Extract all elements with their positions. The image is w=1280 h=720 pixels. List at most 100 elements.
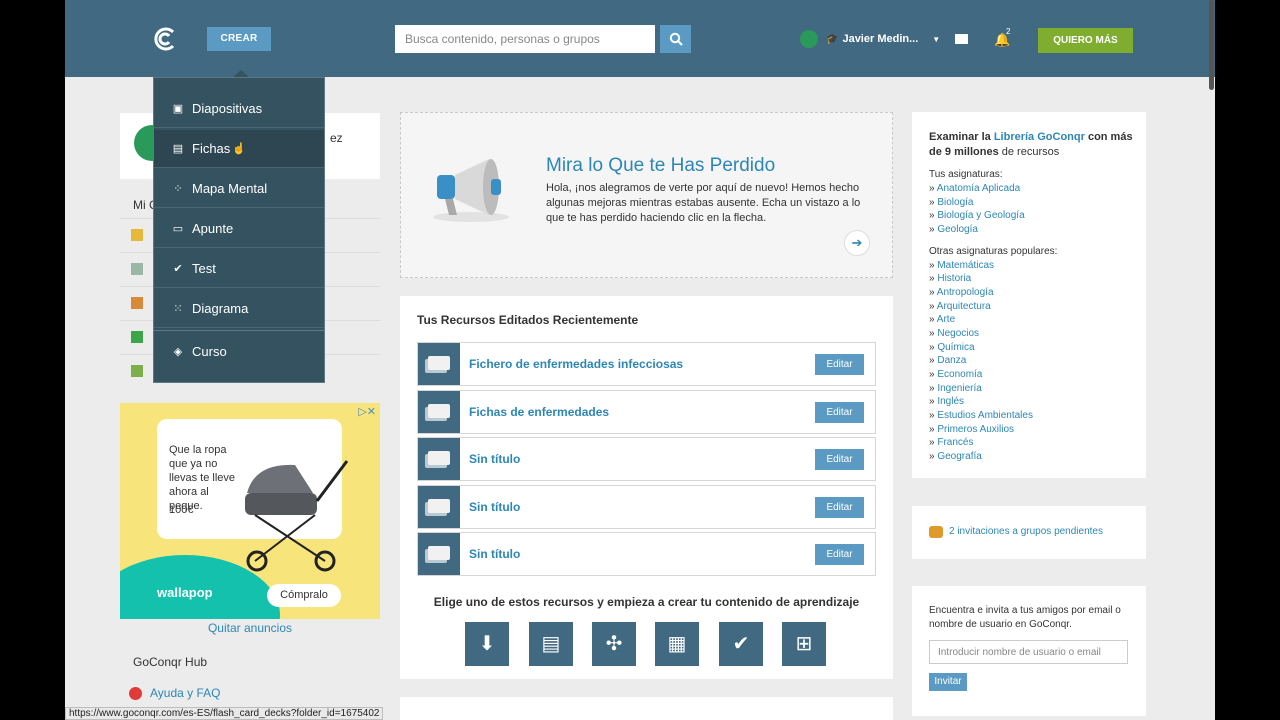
goconqr-logo-icon[interactable] [153,26,179,52]
resource-name[interactable]: Fichas de enfermedades [469,405,609,419]
create-quiz-tile[interactable]: ✔ [719,622,763,666]
ad-buy-button[interactable]: Cómpralo [267,584,341,607]
subject-link[interactable]: Danza [937,355,966,366]
subject-link[interactable]: Francés [937,437,973,448]
subject-link[interactable]: Geografía [937,451,981,462]
subject-link[interactable]: Biología [937,197,973,208]
create-diagram-tile[interactable]: ⊞ [782,622,826,666]
invite-friends-input[interactable] [929,640,1128,664]
subject-item[interactable]: » Economía [929,368,982,382]
subject-item[interactable]: » Danza [929,354,966,368]
subject-item[interactable]: » Anatomía Aplicada [929,182,1020,196]
subject-item[interactable]: » Historia [929,272,971,286]
flashcards-icon: ▤ [541,633,561,655]
edit-button[interactable]: Editar [815,544,864,565]
help-faq-link[interactable]: Ayuda y FAQ [129,686,220,700]
subject-link[interactable]: Economía [937,369,982,380]
subject-link[interactable]: Inglés [937,396,964,407]
subject-link[interactable]: Arquitectura [937,301,991,312]
subject-link[interactable]: Geología [937,224,978,235]
subject-item[interactable]: » Geografía [929,450,982,464]
subject-item[interactable]: » Antropología [929,286,994,300]
menu-item-diagrama[interactable]: ⁙ Diagrama [154,290,324,328]
menu-divider [154,330,324,331]
resource-row[interactable]: Sin título Editar [417,437,876,481]
recent-resources-title: Tus Recursos Editados Recientemente [417,313,639,327]
folder-icon [131,229,143,241]
subject-link[interactable]: Negocios [937,328,979,339]
create-slides-tile[interactable]: ⬇ [465,622,509,666]
invite-button[interactable]: Invitar [929,673,967,691]
subject-link[interactable]: Estudios Ambientales [937,410,1033,421]
resource-name[interactable]: Sin título [469,547,520,561]
subject-link[interactable]: Ingeniería [937,383,981,394]
mindmap-icon: ✣ [605,633,623,655]
arrow-right-icon[interactable]: ➔ [844,230,870,256]
library-link[interactable]: Librería GoConqr [994,131,1085,143]
subject-item[interactable]: » Negocios [929,327,979,341]
edit-button[interactable]: Editar [815,354,864,375]
crear-button[interactable]: CREAR [207,27,271,51]
resource-name[interactable]: Sin título [469,452,520,466]
library-heading-text: de recursos [998,146,1060,158]
mail-icon[interactable] [955,34,968,44]
subject-link[interactable]: Arte [937,314,955,325]
subject-item[interactable]: » Arquitectura [929,300,991,314]
menu-item-label: Diapositivas [192,101,263,116]
subject-item[interactable]: » Primeros Auxilios [929,423,1014,437]
menu-item-diapositivas[interactable]: ▣ Diapositivas [154,90,324,128]
advertisement[interactable]: ▷✕ Que la ropa que ya no llevas te lleve… [120,403,380,619]
subject-item[interactable]: » Biología [929,196,973,210]
group-invitations-link[interactable]: 2 invitaciones a grupos pendientes [949,526,1103,537]
resource-row[interactable]: Fichero de enfermedades infecciosas Edit… [417,342,876,386]
subject-link[interactable]: Historia [937,273,971,284]
menu-item-curso[interactable]: ◈ Curso [154,332,324,370]
menu-item-mapa-mental[interactable]: ⁘ Mapa Mental [154,170,324,208]
search-button[interactable] [660,25,691,53]
app-window: CREAR 🎓 Javier Medin... ▼ 🔔 2 QUIERO MÁS… [65,0,1215,720]
resource-name[interactable]: Sin título [469,500,520,514]
subject-item[interactable]: » Francés [929,436,973,450]
subject-link[interactable]: Antropología [937,287,994,298]
page-scrollbar[interactable] [1209,0,1280,720]
menu-item-apunte[interactable]: ▭ Apunte [154,210,324,248]
edit-button[interactable]: Editar [815,402,864,423]
menu-item-fichas[interactable]: ▤ Fichas ☝ [154,130,324,168]
subject-link[interactable]: Anatomía Aplicada [937,183,1020,194]
flashcards-icon [418,486,460,528]
create-mindmap-tile[interactable]: ✣ [592,622,636,666]
subject-item[interactable]: » Estudios Ambientales [929,409,1033,423]
menu-item-test[interactable]: ✔ Test [154,250,324,288]
scrollbar-thumb[interactable] [1209,0,1214,90]
subject-item[interactable]: » Arte [929,313,955,327]
ad-close-icon[interactable]: ▷✕ [358,405,376,418]
create-flashcards-tile[interactable]: ▤ [529,622,573,666]
subject-link[interactable]: Matemáticas [937,260,994,271]
resource-name[interactable]: Fichero de enfermedades infecciosas [469,357,683,371]
create-note-tile[interactable]: ▦ [655,622,699,666]
flashcards-icon [418,438,460,480]
edit-button[interactable]: Editar [815,497,864,518]
notification-count: 2 [1006,27,1011,36]
remove-ads-link[interactable]: Quitar anuncios [120,621,380,635]
quiero-mas-button[interactable]: QUIERO MÁS [1038,28,1133,53]
resource-row[interactable]: Sin título Editar [417,485,876,529]
hand-cursor-icon: ☝ [232,143,246,155]
resource-row[interactable]: Fichas de enfermedades Editar [417,390,876,434]
edit-button[interactable]: Editar [815,449,864,470]
note-icon: ▭ [172,223,184,235]
megaphone-icon [433,159,509,222]
subject-link[interactable]: Primeros Auxilios [937,424,1014,435]
resource-row[interactable]: Sin título Editar [417,532,876,576]
user-menu[interactable]: 🎓 Javier Medin... ▼ [800,30,940,48]
subject-item[interactable]: » Inglés [929,395,964,409]
subject-item[interactable]: » Geología [929,223,978,237]
subject-link[interactable]: Biología y Geología [937,210,1024,221]
group-invitations-card[interactable]: 2 invitaciones a grupos pendientes [912,506,1146,559]
subject-link[interactable]: Química [937,342,974,353]
search-input[interactable] [395,25,655,53]
subject-item[interactable]: » Ingeniería [929,382,982,396]
subject-item[interactable]: » Biología y Geología [929,209,1025,223]
subject-item[interactable]: » Matemáticas [929,259,994,273]
subject-item[interactable]: » Química [929,341,975,355]
